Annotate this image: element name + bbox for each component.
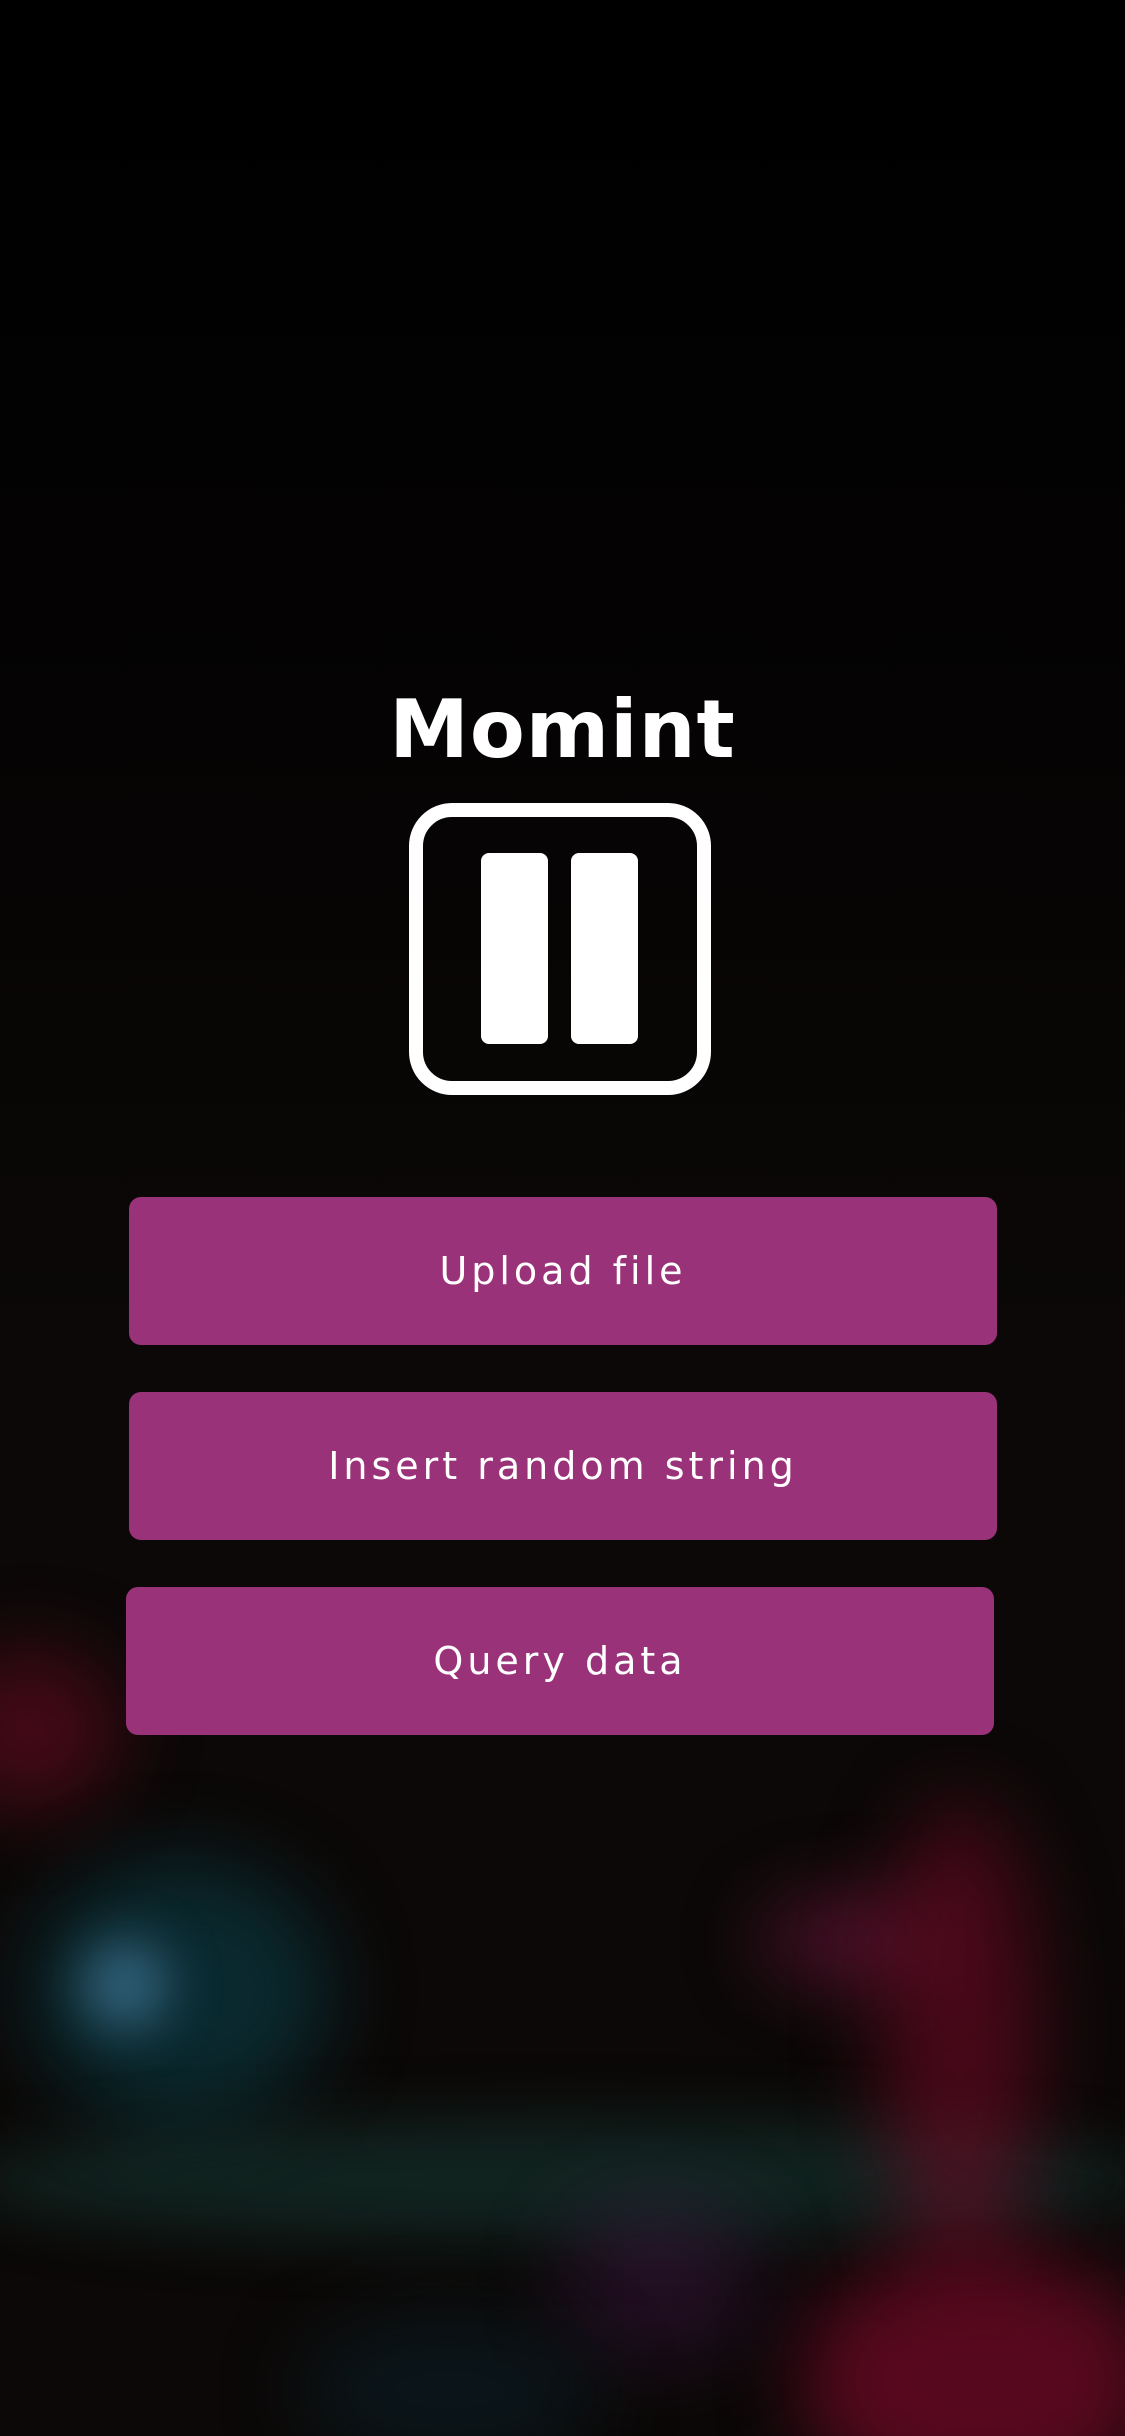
background-bokeh	[300, 2320, 600, 2436]
app-title: Momint	[389, 683, 736, 776]
background-bokeh	[80, 1940, 170, 2030]
query-data-button[interactable]: Query data	[126, 1587, 994, 1735]
background-bokeh	[30, 1860, 330, 2120]
app-screen: Momint Upload file Insert random string …	[0, 0, 1125, 2436]
insert-random-string-button[interactable]: Insert random string	[129, 1392, 997, 1540]
background-bokeh	[880, 1800, 1040, 2260]
background-bokeh	[760, 1900, 940, 1980]
background-bokeh	[0, 2120, 1125, 2240]
pause-square-icon	[409, 803, 711, 1095]
background-bokeh	[800, 2250, 1125, 2436]
background-bokeh	[560, 2200, 760, 2360]
upload-file-button[interactable]: Upload file	[129, 1197, 997, 1345]
background-bokeh	[0, 1650, 120, 1810]
